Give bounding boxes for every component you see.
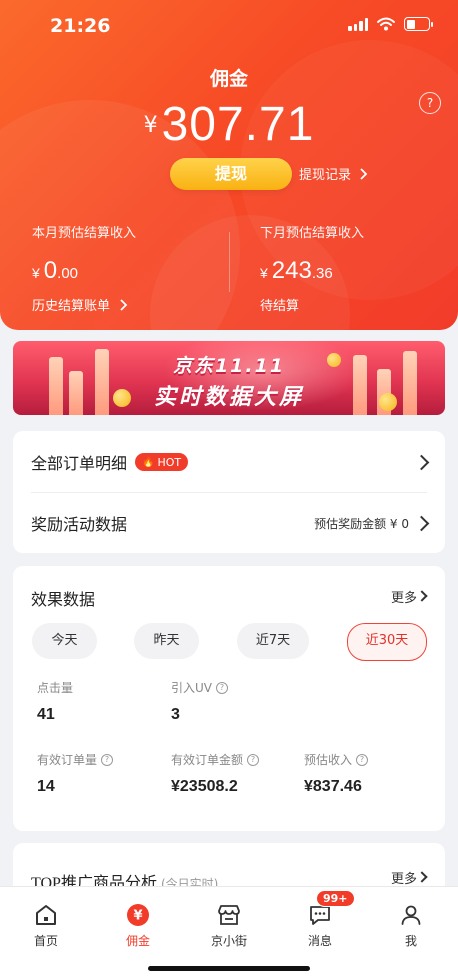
next-month-label: 下月预估结算收入 xyxy=(260,226,365,241)
tab-messages[interactable]: 消息 xyxy=(290,903,350,949)
all-orders-label: 全部订单明细 xyxy=(31,454,128,473)
help-icon[interactable]: ? xyxy=(247,753,260,766)
yen-icon: ¥ xyxy=(127,904,149,926)
wifi-icon xyxy=(377,17,395,31)
status-time: 21:26 xyxy=(50,15,111,37)
battery-icon xyxy=(404,17,433,31)
chevron-right-icon xyxy=(360,168,368,180)
commission-header: 21:26 佣金 ? ¥307.71 提现 提现记录 本月预估结算收入 ¥0.0… xyxy=(0,0,458,330)
orders-card: 全部订单明细 🔥 HOT 奖励活动数据 预估奖励金额 ¥ 0 xyxy=(13,431,445,553)
reward-data-label: 奖励活动数据 xyxy=(31,515,128,534)
withdraw-record-label: 提现记录 xyxy=(299,168,352,183)
tab-home[interactable]: 首页 xyxy=(16,903,76,949)
currency-symbol: ¥ xyxy=(143,113,158,138)
signal-icon xyxy=(348,17,368,31)
chevron-right-icon xyxy=(413,454,430,470)
reward-data-row[interactable]: 奖励活动数据 预估奖励金额 ¥ 0 xyxy=(31,493,430,553)
this-month-label: 本月预估结算收入 xyxy=(32,226,137,241)
svg-text:¥: ¥ xyxy=(133,909,142,924)
fire-icon: 🔥 xyxy=(142,456,155,468)
next-month-value: ¥243.36 xyxy=(260,257,333,284)
help-icon[interactable]: ? xyxy=(101,753,114,766)
more-link[interactable]: 更多 xyxy=(391,868,417,887)
next-month-income: 下月预估结算收入 ¥243.36 待结算 xyxy=(260,222,364,314)
store-icon xyxy=(218,905,240,925)
chevron-right-icon xyxy=(416,871,428,883)
withdraw-record-link[interactable]: 提现记录 xyxy=(299,164,369,183)
this-month-income: 本月预估结算收入 ¥0.00 历史结算账单 xyxy=(32,222,136,314)
tab-me[interactable]: 我 xyxy=(381,903,441,949)
help-icon[interactable]: ? xyxy=(356,753,369,766)
metric-uv: 引入UV? 3 xyxy=(171,679,228,724)
balance-amount: ¥307.71 xyxy=(0,97,458,152)
all-orders-row[interactable]: 全部订单明细 🔥 HOT xyxy=(31,432,430,492)
status-bar: 21:26 xyxy=(0,0,458,54)
page-title: 佣金 xyxy=(209,68,248,90)
message-badge: 99+ xyxy=(316,890,355,907)
tab-today[interactable]: 今天 xyxy=(32,623,97,659)
banner-title: 京东11.11 xyxy=(172,355,286,377)
pending-settlement-label: 待结算 xyxy=(260,299,300,314)
metric-order-amount: 有效订单金额? ¥23508.2 xyxy=(171,751,260,796)
tab-commission[interactable]: ¥ 佣金 xyxy=(108,903,168,949)
help-icon[interactable]: ? xyxy=(216,681,228,694)
tab-yesterday[interactable]: 昨天 xyxy=(134,623,199,659)
banner-subtitle: 实时数据大屏 xyxy=(153,385,304,410)
balance-value: 307.71 xyxy=(161,98,315,151)
effect-data-card: 效果数据 更多 今天 昨天 近7天 近30天 点击量 41 引入UV? 3 有效… xyxy=(13,566,445,831)
this-month-value: ¥0.00 xyxy=(32,257,79,284)
more-link[interactable]: 更多 xyxy=(391,587,417,606)
chevron-right-icon xyxy=(120,299,128,311)
promo-banner[interactable]: 京东11.11 实时数据大屏 xyxy=(13,341,445,415)
tab-jd-street[interactable]: 京小街 xyxy=(199,903,259,949)
divider xyxy=(229,232,230,292)
chevron-right-icon xyxy=(416,590,428,602)
reward-amount: 预估奖励金额 ¥ 0 xyxy=(314,516,409,531)
withdraw-button[interactable]: 提现 xyxy=(170,158,292,190)
chevron-right-icon xyxy=(413,515,430,531)
metric-estimated-income: 预估收入? ¥837.46 xyxy=(304,751,369,796)
home-icon xyxy=(36,905,56,925)
tab-7days[interactable]: 近7天 xyxy=(237,623,309,659)
history-bill-link[interactable]: 历史结算账单 xyxy=(32,295,136,314)
hot-badge: 🔥 HOT xyxy=(135,453,189,471)
metric-valid-orders: 有效订单量? 14 xyxy=(37,751,114,796)
effect-data-title: 效果数据 xyxy=(31,590,96,609)
person-icon xyxy=(401,905,421,925)
metric-clicks: 点击量 41 xyxy=(37,681,74,723)
tab-30days[interactable]: 近30天 xyxy=(347,623,427,661)
home-indicator[interactable] xyxy=(148,966,310,971)
